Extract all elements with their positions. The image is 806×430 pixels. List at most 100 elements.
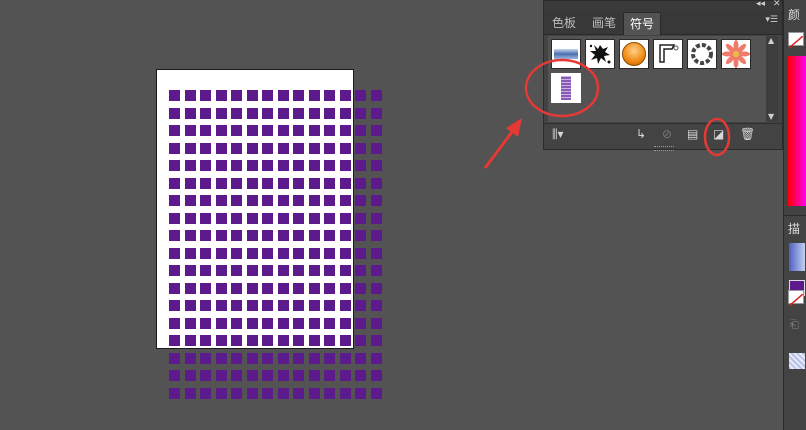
pattern-square — [247, 108, 258, 119]
pattern-square — [340, 265, 351, 276]
pattern-square — [200, 283, 211, 294]
pattern-square — [216, 318, 227, 329]
pattern-square — [185, 195, 196, 206]
color-panel-label[interactable]: 颜 — [788, 6, 800, 23]
pattern-square — [293, 230, 304, 241]
pattern-square — [355, 143, 366, 154]
gradient-swatch[interactable] — [789, 243, 805, 271]
symbol-library-icon[interactable]: ⫼▾ — [552, 127, 564, 142]
pattern-square — [355, 248, 366, 259]
pattern-square — [293, 353, 304, 364]
tab-symbols[interactable]: 符号 — [623, 12, 662, 35]
pattern-square — [216, 125, 227, 136]
break-link-icon[interactable]: ⊘ — [662, 127, 672, 141]
pattern-square — [324, 370, 335, 381]
layers-icon[interactable]: ⎗ — [790, 318, 799, 332]
pattern-swatch[interactable] — [789, 353, 805, 369]
symbol-tag-frame[interactable] — [653, 39, 683, 69]
pattern-square — [340, 300, 351, 311]
pattern-square — [247, 125, 258, 136]
pattern-square — [169, 213, 180, 224]
pattern-square — [200, 90, 211, 101]
pattern-square — [169, 300, 180, 311]
none-swatch-icon[interactable] — [788, 32, 804, 49]
pattern-square — [169, 195, 180, 206]
scroll-up-icon[interactable]: ▲ — [768, 36, 774, 45]
pattern-square — [278, 248, 289, 259]
pattern-square — [278, 283, 289, 294]
pattern-square — [216, 230, 227, 241]
pattern-square — [278, 125, 289, 136]
pattern-square — [371, 353, 382, 364]
pattern-square — [340, 143, 351, 154]
pattern-square — [340, 125, 351, 136]
color-spectrum[interactable] — [788, 56, 806, 206]
pattern-square — [231, 283, 242, 294]
pattern-square — [293, 213, 304, 224]
stroke-panel-label[interactable]: 描 — [788, 220, 800, 237]
symbol-flower[interactable] — [721, 39, 751, 69]
pattern-square — [324, 318, 335, 329]
pattern-square — [200, 248, 211, 259]
pattern-square — [169, 230, 180, 241]
pattern-square — [169, 248, 180, 259]
pattern-square — [216, 353, 227, 364]
pattern-square — [340, 160, 351, 171]
symbol-ink-splat[interactable] — [585, 39, 615, 69]
pattern-square — [247, 213, 258, 224]
collapse-icon[interactable]: ◂◂ — [756, 0, 765, 9]
pattern-square — [278, 178, 289, 189]
pattern-square — [169, 178, 180, 189]
pattern-square — [340, 178, 351, 189]
pattern-square — [324, 195, 335, 206]
symbol-options-icon[interactable]: ▤ — [687, 127, 698, 141]
pattern-square — [309, 143, 320, 154]
pattern-square — [324, 125, 335, 136]
pattern-square — [200, 195, 211, 206]
pattern-square — [278, 318, 289, 329]
pattern-square — [262, 388, 273, 399]
scroll-down-icon[interactable]: ▼ — [768, 112, 774, 121]
stroke-none-icon[interactable] — [788, 290, 804, 307]
symbol-purple-grid[interactable] — [551, 73, 581, 103]
pattern-square — [169, 160, 180, 171]
pattern-square — [231, 178, 242, 189]
pattern-square — [216, 283, 227, 294]
symbol-list-scrollbar[interactable]: ▲ ▼ — [766, 36, 778, 122]
new-symbol-icon[interactable]: ◪ — [713, 127, 724, 141]
panel-resize-grip[interactable] — [654, 146, 674, 151]
symbol-blue-gradient-bar[interactable] — [551, 39, 581, 69]
pattern-square — [262, 160, 273, 171]
pattern-square — [309, 300, 320, 311]
pattern-square — [231, 90, 242, 101]
pattern-square — [216, 178, 227, 189]
pattern-square — [324, 90, 335, 101]
place-symbol-icon[interactable]: ↳ — [636, 127, 646, 141]
pattern-square — [247, 143, 258, 154]
symbol-chain-ring[interactable] — [687, 39, 717, 69]
pattern-square — [324, 213, 335, 224]
pattern-square — [324, 353, 335, 364]
tab-brushes[interactable]: 画笔 — [586, 12, 622, 34]
pattern-square — [293, 248, 304, 259]
pattern-square — [324, 178, 335, 189]
pattern-square — [278, 143, 289, 154]
pattern-square — [309, 195, 320, 206]
symbol-orange-button[interactable] — [619, 39, 649, 69]
pattern-square — [169, 353, 180, 364]
pattern-square — [340, 230, 351, 241]
pattern-square — [200, 143, 211, 154]
pattern-square — [200, 160, 211, 171]
close-icon[interactable]: ✕ — [773, 0, 781, 9]
pattern-square — [355, 370, 366, 381]
pattern-square — [293, 283, 304, 294]
pattern-square — [309, 108, 320, 119]
delete-symbol-icon[interactable]: 🗑 — [740, 127, 755, 141]
pattern-square — [293, 143, 304, 154]
panel-menu-icon[interactable]: ▾☰ — [765, 15, 778, 25]
pattern-square — [278, 108, 289, 119]
tab-swatches[interactable]: 色板 — [546, 12, 582, 34]
pattern-square — [247, 353, 258, 364]
pattern-square — [324, 143, 335, 154]
pattern-square — [247, 388, 258, 399]
